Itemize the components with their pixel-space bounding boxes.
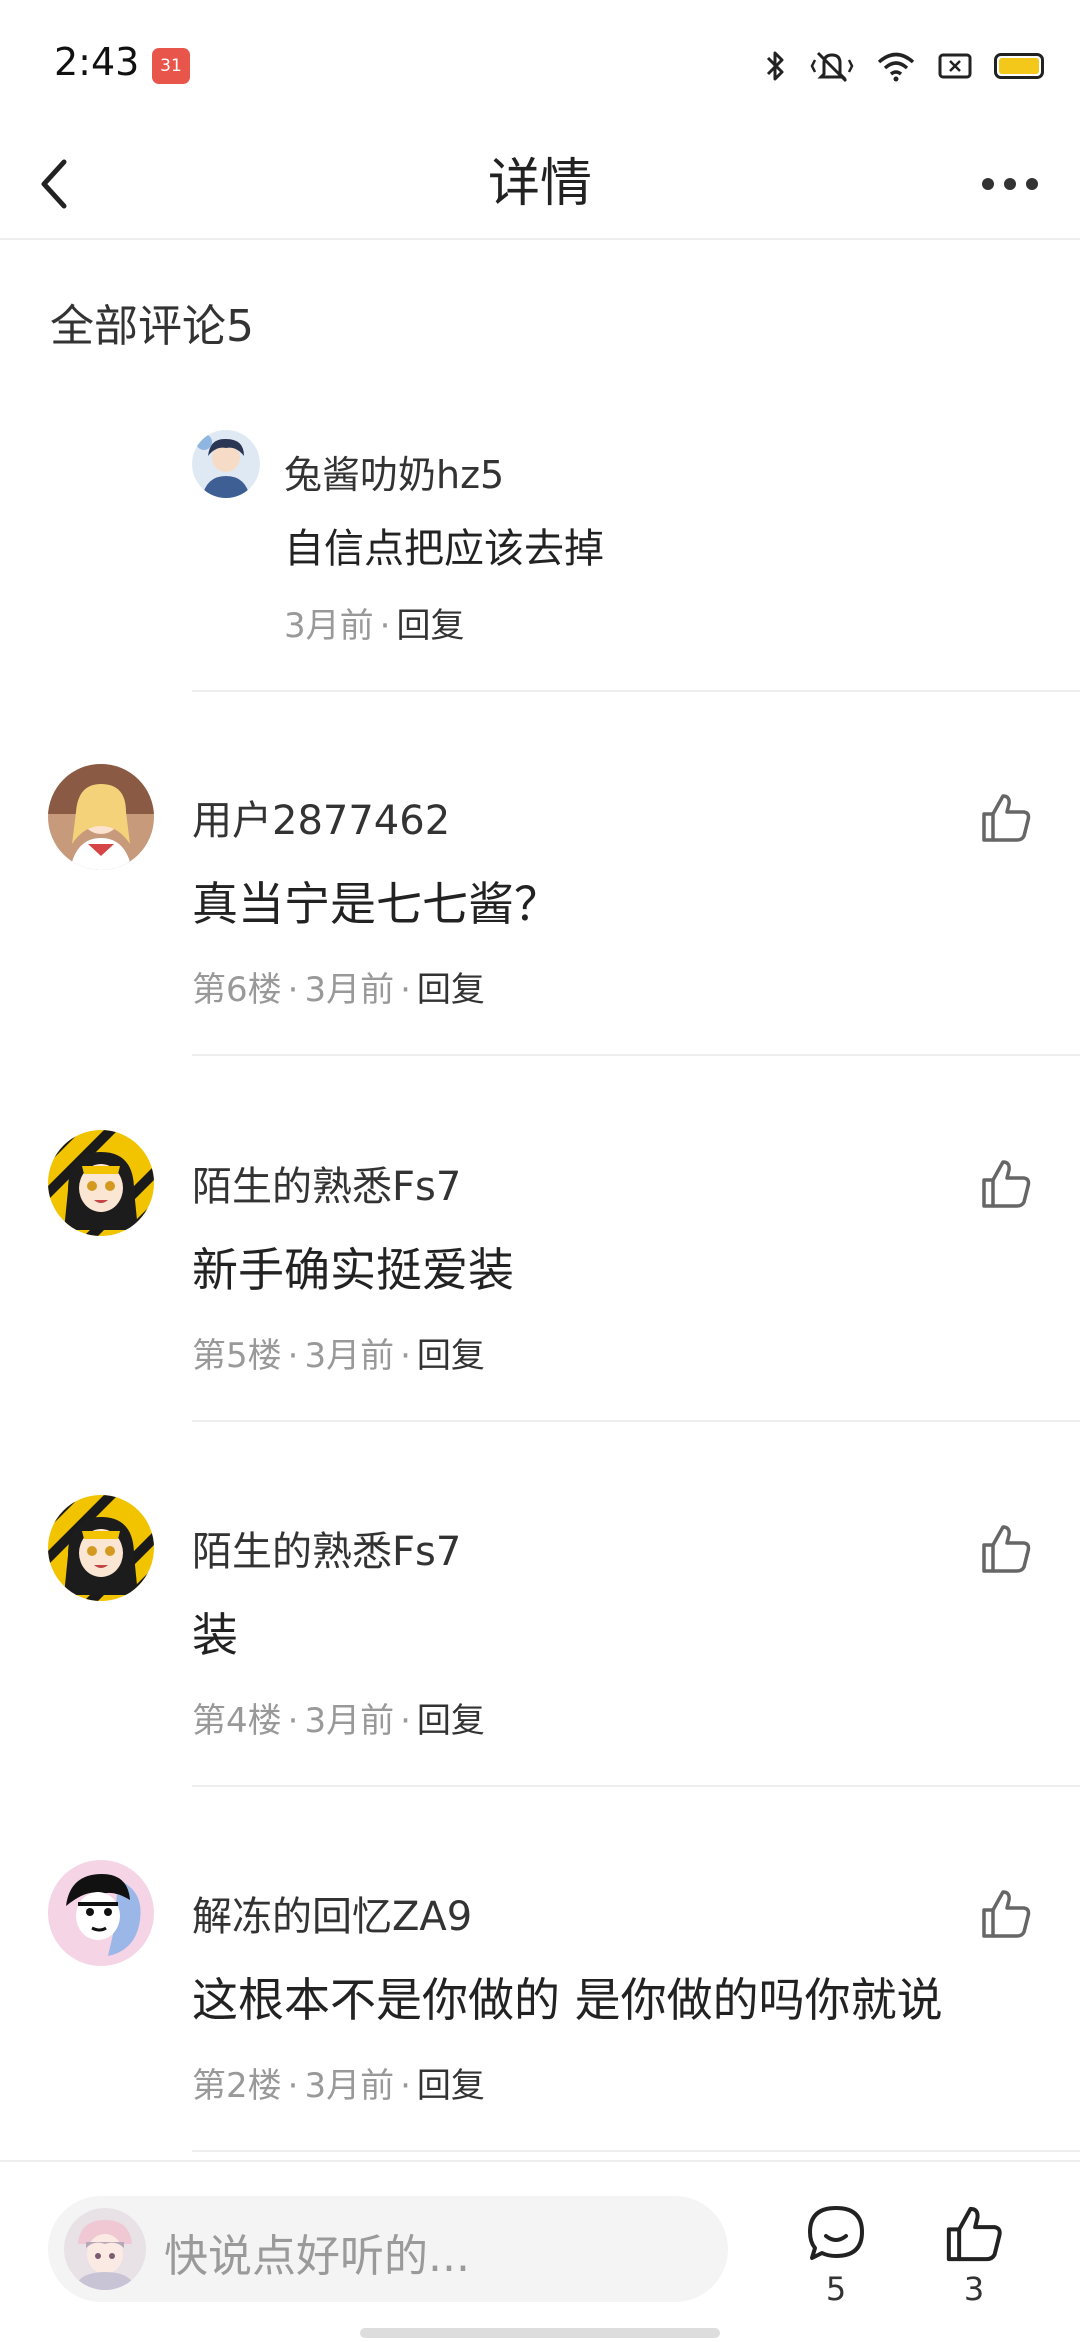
page-title: 详情 [487,154,592,214]
comment-count-button[interactable]: 5 [796,2202,876,2312]
sim-icon [938,53,972,79]
status-bar: 2:43 31 [0,0,1080,130]
meta-separator: · [400,1336,411,1376]
reply-item: 兔酱叻奶hz5 自信点把应该去掉 3月前 · 回复 [192,430,1080,692]
comment-time: 3月前 [304,1701,395,1741]
my-avatar [64,2208,146,2290]
comment-time: 3月前 [304,1336,395,1376]
comment-bubble-icon [808,2206,864,2260]
comment-meta: 第4楼 · 3月前 · 回复 [192,1693,485,1742]
reply-avatar[interactable] [192,430,260,498]
comment-text: 真当宁是七七酱？ [192,877,560,931]
meta-separator: · [400,2066,411,2106]
comment-input[interactable]: 快说点好听的... [48,2196,728,2302]
comment-meta: 第2楼 · 3月前 · 回复 [192,2058,485,2107]
like-button[interactable] [978,1521,1034,1577]
comment-author[interactable]: 解冻的回忆ZA9 [192,1884,472,1942]
more-options-button[interactable] [970,154,1050,214]
reply-text: 自信点把应该去掉 [284,526,604,572]
back-button[interactable] [34,148,114,220]
comment-author[interactable]: 陌生的熟悉Fs7 [192,1519,461,1577]
more-dot [1026,178,1038,190]
all-comments-title: 全部评论5 [50,301,254,352]
thumbs-up-icon [982,1890,1031,1938]
comment-floor: 第6楼 [192,970,282,1010]
like-button[interactable] [978,1886,1034,1942]
battery-icon [994,53,1044,79]
thumbs-up-icon [946,2206,1002,2262]
like-count: 3 [963,2270,985,2308]
comment-text: 新手确实挺爱装 [192,1243,514,1297]
divider [192,1420,1080,1422]
mute-icon [810,51,854,83]
meta-separator: · [379,606,391,646]
wifi-icon [877,52,915,82]
thumbs-up-icon [982,1525,1031,1573]
like-button[interactable] [978,790,1034,846]
meta-separator: · [400,1701,411,1741]
comment-meta: 第5楼 · 3月前 · 回复 [192,1328,485,1377]
reply-time: 3月前 [284,606,374,646]
reply-meta: 3月前 · 回复 [284,598,464,647]
thumbs-up-icon [982,1160,1031,1208]
comment-meta: 第6楼 · 3月前 · 回复 [192,962,485,1011]
chevron-left-icon [41,159,67,209]
status-time: 2:43 [54,40,140,84]
comment-input-placeholder: 快说点好听的... [164,2231,470,2282]
comment-floor: 第4楼 [192,1701,282,1741]
meta-separator: · [287,2066,299,2106]
thumbs-up-icon [982,794,1031,842]
meta-separator: · [287,1701,299,1741]
home-indicator[interactable] [360,2328,720,2338]
top-nav-bar: 详情 [0,130,1080,240]
comment-text: 这根本不是你做的 是你做的吗你就说 [192,1973,943,2027]
reply-button[interactable]: 回复 [417,2066,485,2106]
comment-author[interactable]: 用户2877462 [192,788,450,846]
comment-avatar[interactable] [48,764,154,870]
bluetooth-icon [766,51,784,81]
comment-floor: 第5楼 [192,1336,282,1376]
calendar-notification-icon: 31 [152,48,190,84]
meta-separator: · [400,970,411,1010]
divider [192,1054,1080,1056]
like-button[interactable] [978,1156,1034,1212]
divider [192,1785,1080,1787]
more-dot [1004,178,1016,190]
comment-time: 3月前 [304,2066,395,2106]
comment-text: 装 [192,1608,238,1662]
reply-button[interactable]: 回复 [396,606,464,646]
divider [192,2150,1080,2152]
comment-avatar[interactable] [48,1860,154,1966]
comment-floor: 第2楼 [192,2066,282,2106]
comment-count: 5 [825,2270,847,2308]
like-count-button[interactable]: 3 [934,2202,1014,2312]
more-horizontal-icon [982,178,994,190]
comment-item: 陌生的熟悉Fs7 装 第4楼 · 3月前 · 回复 [0,1495,1080,1859]
bottom-comment-bar: 快说点好听的... 5 3 [0,2160,1080,2342]
reply-button[interactable]: 回复 [417,1336,485,1376]
comment-item: 用户2877462 真当宁是七七酱？ 第6楼 · 3月前 · 回复 [0,764,1080,1128]
meta-separator: · [287,970,299,1010]
comment-avatar[interactable] [48,1130,154,1236]
reply-author[interactable]: 兔酱叻奶hz5 [284,444,504,499]
meta-separator: · [287,1336,299,1376]
comment-time: 3月前 [304,970,395,1010]
status-icons [764,44,1044,88]
comment-avatar[interactable] [48,1495,154,1601]
reply-button[interactable]: 回复 [417,970,485,1010]
reply-button[interactable]: 回复 [417,1701,485,1741]
comment-item: 陌生的熟悉Fs7 新手确实挺爱装 第5楼 · 3月前 · 回复 [0,1130,1080,1494]
comment-author[interactable]: 陌生的熟悉Fs7 [192,1154,461,1212]
